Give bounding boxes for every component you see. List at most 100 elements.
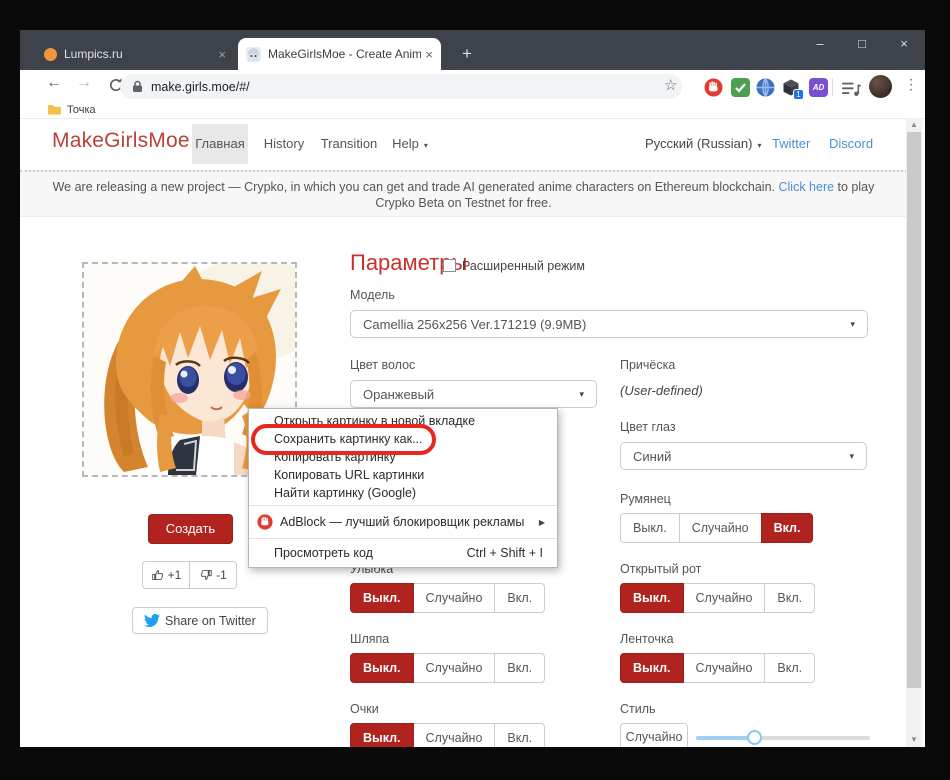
tab-title: Lumpics.ru (64, 47, 214, 61)
style-random-button[interactable]: Случайно (620, 723, 688, 747)
open-mouth-off-button[interactable]: Выкл. (620, 583, 684, 613)
new-tab-button[interactable]: + (454, 41, 480, 67)
hat-on-button[interactable]: Вкл. (494, 653, 545, 683)
language-selector[interactable]: Русский (Russian)▾ (645, 124, 762, 164)
close-tab-icon[interactable]: × (218, 47, 226, 62)
menu-inspect[interactable]: Просмотреть код Ctrl + Shift + I (249, 542, 557, 564)
eye-color-select[interactable]: Синий▾ (620, 442, 867, 470)
bookmark-star-icon[interactable]: ☆ (664, 76, 677, 94)
menu-separator (249, 538, 557, 539)
profile-avatar[interactable] (869, 75, 892, 98)
blush-on-button[interactable]: Вкл. (761, 513, 814, 543)
site-logo[interactable]: MakeGirlsMoe (52, 129, 190, 153)
globe-extension-icon[interactable] (756, 78, 775, 97)
discord-link[interactable]: Discord (829, 124, 873, 164)
blush-off-button[interactable]: Выкл. (620, 513, 680, 543)
thumbs-down-icon (199, 568, 213, 582)
annotation-oval (251, 424, 436, 455)
chevron-down-icon: ▾ (757, 141, 761, 150)
adblock-extension-icon[interactable] (704, 78, 723, 97)
share-twitter-button[interactable]: Share on Twitter (132, 607, 268, 634)
tab-title: MakeGirlsMoe - Create Anime Ch (268, 47, 421, 61)
hair-color-select[interactable]: Оранжевый▾ (350, 380, 597, 408)
twitter-link[interactable]: Twitter (772, 124, 810, 164)
checkmark-extension-icon[interactable] (731, 78, 750, 97)
nav-help[interactable]: Help▾ (392, 124, 428, 164)
thumbs-up-button[interactable]: +1 (142, 561, 190, 589)
ribbon-random-button[interactable]: Случайно (683, 653, 766, 683)
url-text[interactable]: make.girls.moe/#/ (151, 80, 250, 94)
scroll-down-icon[interactable]: ▼ (906, 733, 922, 747)
menu-copy-image-url[interactable]: Копировать URL картинки (249, 466, 557, 484)
scroll-up-icon[interactable]: ▲ (906, 118, 922, 132)
page-scrollbar[interactable]: ▲ ▼ (906, 118, 922, 747)
open-mouth-label: Открытый рот (620, 562, 701, 576)
minimize-button[interactable]: – (799, 30, 841, 58)
bookmark-tochka[interactable]: Точка (67, 104, 96, 116)
lock-icon (132, 80, 143, 93)
makegirlsmoe-favicon-icon (246, 47, 261, 62)
tab-makegirlsmoe[interactable]: MakeGirlsMoe - Create Anime Ch × (238, 38, 441, 70)
hat-label: Шляпа (350, 632, 389, 646)
ad-extension-icon[interactable]: AD (809, 78, 828, 97)
glasses-toggle-group: Выкл. Случайно Вкл. (350, 723, 545, 747)
ribbon-on-button[interactable]: Вкл. (764, 653, 815, 683)
advanced-mode-label[interactable]: Расширенный режим (462, 259, 585, 273)
glasses-on-button[interactable]: Вкл. (494, 723, 545, 747)
inspect-shortcut: Ctrl + Shift + I (467, 546, 543, 560)
ribbon-label: Ленточка (620, 632, 674, 646)
open-mouth-on-button[interactable]: Вкл. (764, 583, 815, 613)
forward-button[interactable]: → (72, 74, 96, 92)
smile-on-button[interactable]: Вкл. (494, 583, 545, 613)
model-select[interactable]: Camellia 256x256 Ver.171219 (9.9MB)▾ (350, 310, 868, 338)
vote-buttons: +1 -1 (142, 561, 237, 589)
glasses-random-button[interactable]: Случайно (413, 723, 496, 747)
chevron-down-icon: ▾ (850, 319, 855, 330)
hat-random-button[interactable]: Случайно (413, 653, 496, 683)
thumbs-down-button[interactable]: -1 (189, 561, 237, 589)
playlist-icon[interactable] (842, 80, 861, 99)
hairstyle-value: (User-defined) (620, 383, 703, 398)
hairstyle-label: Причёска (620, 358, 675, 372)
open-mouth-random-button[interactable]: Случайно (683, 583, 766, 613)
address-bar[interactable]: make.girls.moe/#/ (120, 74, 682, 99)
slider-thumb[interactable] (747, 730, 762, 745)
menu-search-image-google[interactable]: Найти картинку (Google) (249, 484, 557, 502)
nav-glavnaya[interactable]: Главная (192, 124, 248, 164)
open-mouth-toggle-group: Выкл. Случайно Вкл. (620, 583, 815, 613)
smile-off-button[interactable]: Выкл. (350, 583, 414, 613)
toolbar-separator (832, 78, 833, 96)
smile-random-button[interactable]: Случайно (413, 583, 496, 613)
lumpics-favicon-icon (44, 48, 57, 61)
hair-color-label: Цвет волос (350, 358, 415, 372)
cube-extension-icon[interactable]: 1 (781, 78, 800, 97)
bookmarks-bar: Точка (20, 101, 925, 119)
scrollbar-thumb[interactable] (907, 132, 921, 688)
blush-toggle-group: Выкл. Случайно Вкл. (620, 513, 813, 543)
menu-adblock[interactable]: AdBlock — лучший блокировщик рекламы ▶ (249, 509, 557, 535)
tab-lumpics[interactable]: Lumpics.ru × (36, 39, 234, 69)
blush-random-button[interactable]: Случайно (679, 513, 762, 543)
thumbs-up-icon (151, 568, 165, 582)
nav-history[interactable]: History (260, 124, 308, 164)
maximize-button[interactable]: □ (841, 30, 883, 58)
back-button[interactable]: ← (42, 74, 66, 92)
announcement-banner: We are releasing a new project — Crypko,… (20, 170, 907, 217)
banner-text: We are releasing a new project — Crypko,… (53, 180, 779, 194)
browser-window: Lumpics.ru × MakeGirlsMoe - Create Anime… (20, 30, 925, 747)
window-controls: – □ × (799, 30, 925, 58)
hat-off-button[interactable]: Выкл. (350, 653, 414, 683)
glasses-off-button[interactable]: Выкл. (350, 723, 414, 747)
nav-transition[interactable]: Transition (318, 124, 380, 164)
style-slider[interactable] (696, 730, 870, 746)
create-button[interactable]: Создать (148, 514, 233, 544)
advanced-mode-checkbox[interactable] (443, 259, 456, 272)
banner-link[interactable]: Click here (778, 180, 834, 194)
chrome-menu-icon[interactable]: ⋮ (904, 76, 918, 93)
blush-label: Румянец (620, 492, 671, 506)
close-tab-icon[interactable]: × (425, 47, 433, 62)
folder-icon (48, 104, 61, 115)
menu-separator (249, 505, 557, 506)
close-window-button[interactable]: × (883, 30, 925, 58)
ribbon-off-button[interactable]: Выкл. (620, 653, 684, 683)
